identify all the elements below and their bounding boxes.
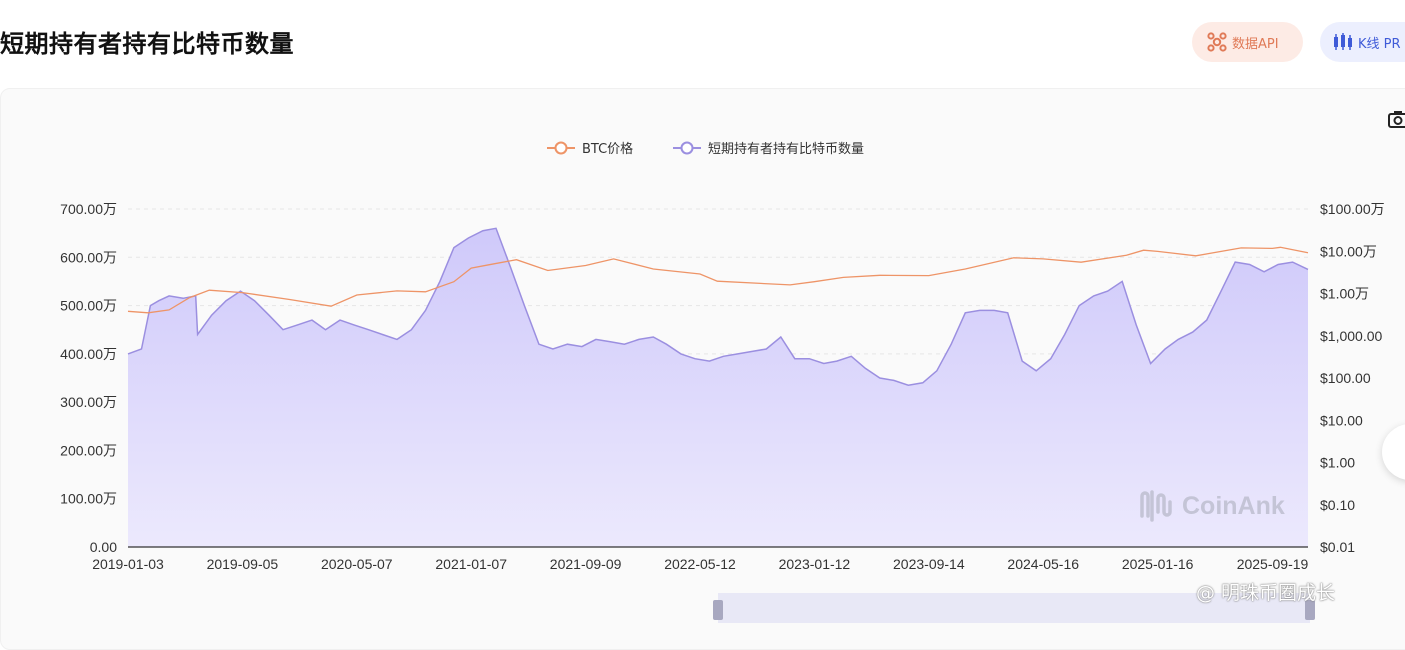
bottom-watermark: @ 明珠币圈成长 bbox=[1196, 578, 1335, 605]
y-left-tick-label: 500.00万 bbox=[60, 298, 117, 314]
bottom-watermark-text: @ 明珠币圈成长 bbox=[1196, 582, 1336, 604]
x-tick-label: 2019-09-05 bbox=[207, 556, 279, 572]
x-tick-label: 2025-09-19 bbox=[1237, 556, 1309, 572]
y-right-tick-label: $0.10 bbox=[1320, 497, 1355, 513]
y-right-tick-label: $10.00 bbox=[1320, 412, 1363, 428]
coinank-logo-icon bbox=[1140, 490, 1172, 522]
x-tick-label: 2025-01-16 bbox=[1122, 556, 1194, 572]
coinank-watermark-text: CoinAnk bbox=[1182, 491, 1285, 520]
coinank-watermark: CoinAnk bbox=[1138, 488, 1285, 524]
x-tick-label: 2020-05-07 bbox=[321, 556, 393, 572]
x-tick-label: 2021-01-07 bbox=[435, 556, 507, 572]
y-right-tick-label: $1.00万 bbox=[1320, 286, 1369, 302]
x-tick-label: 2019-01-03 bbox=[92, 556, 164, 572]
y-right-tick-label: $100.00 bbox=[1320, 370, 1371, 386]
y-left-tick-label: 300.00万 bbox=[60, 394, 117, 410]
x-tick-label: 2021-09-09 bbox=[550, 556, 622, 572]
x-tick-label: 2023-01-12 bbox=[779, 556, 851, 572]
x-tick-label: 2024-05-16 bbox=[1007, 556, 1079, 572]
y-right-tick-label: $1.00 bbox=[1320, 455, 1355, 471]
y-left-tick-label: 600.00万 bbox=[60, 249, 117, 265]
y-right-tick-label: $0.01 bbox=[1320, 539, 1355, 555]
chart-svg: 0.00 100.00万 200.00万 300.00万 400.00万 500.00万 6… bbox=[60, 201, 1385, 572]
x-tick-label: 2023-09-14 bbox=[893, 556, 965, 572]
y-right-tick-label: $10.00万 bbox=[1320, 243, 1377, 259]
zoom-handle-left[interactable] bbox=[713, 600, 723, 620]
y-left-tick-label: 0.00 bbox=[90, 539, 117, 555]
y-right-tick-label: $100.00万 bbox=[1320, 201, 1385, 217]
x-tick-label: 2022-05-12 bbox=[664, 556, 736, 572]
y-left-tick-label: 200.00万 bbox=[60, 442, 117, 458]
y-left-tick-label: 700.00万 bbox=[60, 201, 117, 217]
y-left-tick-label: 400.00万 bbox=[60, 346, 117, 362]
sth-supply-area bbox=[128, 228, 1308, 548]
y-right-tick-label: $1,000.00 bbox=[1320, 328, 1382, 344]
y-left-tick-label: 100.00万 bbox=[60, 491, 117, 507]
